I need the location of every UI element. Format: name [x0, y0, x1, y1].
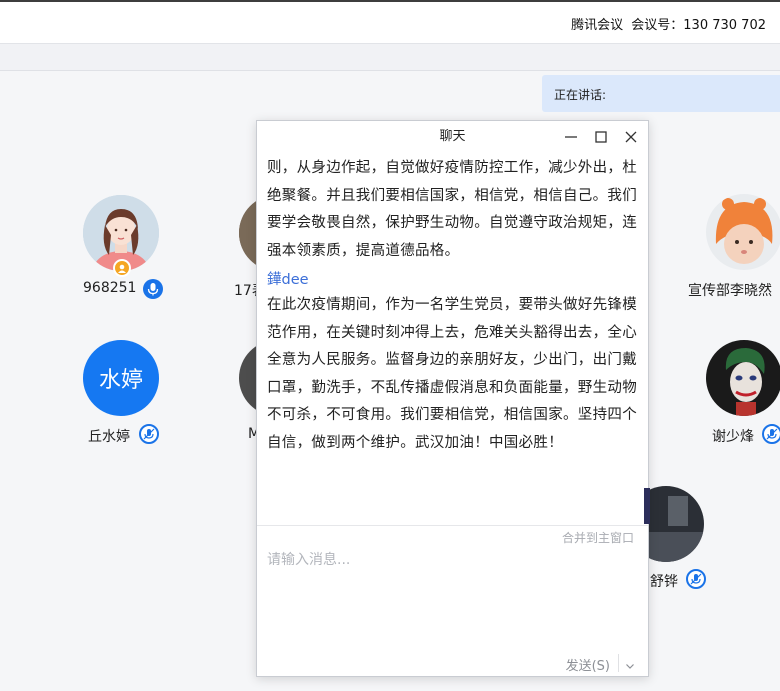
avatar	[706, 194, 780, 270]
chat-window[interactable]: 聊天 则，从身边作起，自觉做好疫情防控工作，减少外出，杜绝聚餐。并且我们要相信国…	[256, 120, 649, 677]
chat-title: 聊天	[439, 129, 466, 144]
meeting-id: 130 730 702	[683, 18, 766, 33]
video-frame-edge	[644, 488, 650, 524]
participant-name: 968251	[83, 280, 137, 296]
send-button[interactable]: 发送(S)	[566, 655, 610, 674]
avatar-initials: 水婷	[98, 368, 143, 393]
message-sender: 鏵dee	[267, 272, 309, 288]
close-icon[interactable]	[621, 127, 641, 147]
chevron-down-icon[interactable]	[624, 657, 636, 669]
maximize-icon[interactable]	[591, 127, 611, 147]
participant-name: 谢少烽	[712, 429, 754, 445]
avatar	[706, 340, 780, 416]
speaking-label: 正在讲话:	[554, 88, 607, 102]
mic-icon[interactable]	[762, 424, 780, 444]
speaking-indicator: 正在讲话:	[542, 75, 780, 112]
avatar: 水婷	[83, 340, 159, 416]
mic-icon[interactable]	[139, 424, 159, 444]
app-name: 腾讯会议	[571, 18, 624, 33]
mic-icon[interactable]	[686, 569, 706, 589]
mic-icon[interactable]	[143, 279, 163, 299]
participant-name: 宣传部李晓然	[688, 283, 772, 299]
merge-to-main-link[interactable]: 合并到主窗口	[562, 529, 634, 546]
host-icon	[113, 259, 131, 277]
minimize-icon[interactable]	[561, 127, 581, 147]
toolbar-strip	[0, 44, 780, 71]
participant-name: 舒铧	[650, 574, 678, 590]
participant-name: 丘水婷	[88, 429, 130, 445]
divider	[618, 654, 619, 672]
meeting-info: 腾讯会议 会议号：130 730 702	[571, 14, 766, 33]
message-input[interactable]: 请输入消息...	[267, 549, 350, 569]
divider	[257, 525, 648, 526]
meeting-id-label: 会议号：	[631, 18, 684, 33]
message-text: 在此次疫情期间，作为一名学生党员，要带头做好先锋模范作用，在关键时刻冲得上去，危…	[267, 297, 637, 451]
top-bar: 腾讯会议 会议号：130 730 702	[0, 0, 780, 44]
message-list[interactable]: 则，从身边作起，自觉做好疫情防控工作，减少外出，杜绝聚餐。并且我们要相信国家，相…	[267, 155, 643, 525]
message-text: 则，从身边作起，自觉做好疫情防控工作，减少外出，杜绝聚餐。并且我们要相信国家，相…	[267, 160, 637, 259]
